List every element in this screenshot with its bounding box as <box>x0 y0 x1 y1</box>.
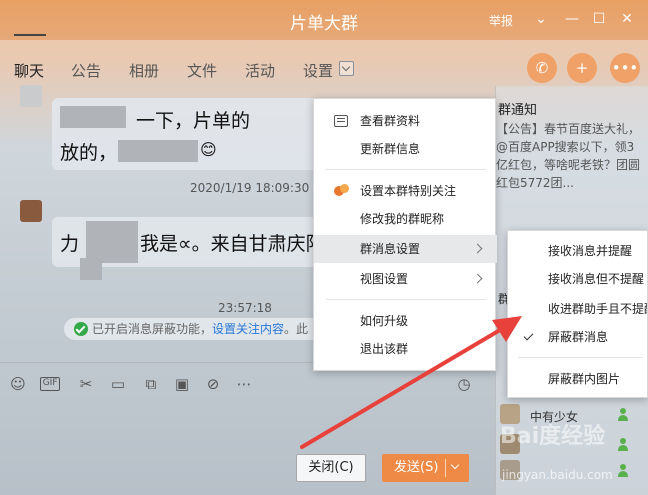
menu-item-message-settings[interactable]: 群消息设置 <box>314 235 497 263</box>
blurred-text <box>80 258 102 280</box>
message-text: 力 <box>60 233 80 255</box>
menu-divider <box>326 169 486 170</box>
favorite-icon <box>334 184 349 198</box>
submenu-item-group-assistant[interactable]: 收进群助手且不提醒 <box>508 295 648 323</box>
tab-settings[interactable]: 设置 <box>303 60 333 81</box>
tab-album[interactable]: 相册 <box>129 60 159 81</box>
add-chat-icon[interactable]: + <box>567 53 597 83</box>
member-status-icon <box>616 438 630 452</box>
message-text: 我是∝。来自甘肃庆阳 <box>140 233 325 255</box>
notice-link[interactable]: 设置关注内容 <box>212 322 284 336</box>
notice-suffix: 。此 <box>284 322 309 336</box>
send-label: 发送(S) <box>394 460 439 475</box>
tab-activity[interactable]: 活动 <box>245 60 275 81</box>
block-icon[interactable]: ⊘ <box>204 375 222 393</box>
settings-context-menu: 查看群资料 更新群信息 设置本群特别关注 修改我的群昵称 群消息设置 视图设置 … <box>313 98 497 371</box>
group-notice-title: 群通知 <box>498 103 538 118</box>
history-clock-icon[interactable]: ◷ <box>455 375 473 393</box>
menu-label: 查看群资料 <box>360 114 421 128</box>
menu-item-update-group-info[interactable]: 更新群信息 <box>314 135 497 163</box>
notice-text: 已开启消息屏蔽功能， <box>92 322 213 336</box>
dropdown-arrow-icon[interactable]: ⌄ <box>532 10 550 28</box>
menu-label: 修改我的群昵称 <box>360 212 445 226</box>
menu-label: 更新群信息 <box>360 142 421 156</box>
scissors-icon[interactable]: ✂ <box>77 375 95 393</box>
submenu-label: 收进群助手且不提醒 <box>548 302 648 316</box>
group-notice-body[interactable]: 【公告】春节百度送大礼，@百度APP搜索以下，领3亿红包，等啥呢老铁？团圆红包5… <box>496 120 646 192</box>
active-tab-indicator <box>14 34 46 36</box>
avatar[interactable] <box>20 85 42 107</box>
doc-icon <box>334 115 348 127</box>
emoji-icon: 😊 <box>200 140 217 159</box>
tab-chat[interactable]: 聊天 <box>14 60 44 81</box>
menu-label: 视图设置 <box>360 272 409 286</box>
shield-notice-bar: 已开启消息屏蔽功能，设置关注内容。此 <box>64 318 324 340</box>
maximize-button[interactable]: ☐ <box>590 10 608 28</box>
gif-icon[interactable]: GIF <box>40 377 60 391</box>
submenu-divider <box>518 357 643 358</box>
submenu-label: 接收消息并提醒 <box>548 244 633 258</box>
settings-dropdown-icon[interactable] <box>339 61 354 76</box>
menu-label: 设置本群特别关注 <box>360 184 457 198</box>
send-separator <box>445 459 446 477</box>
check-circle-icon <box>74 322 88 336</box>
emoji-icon[interactable]: ☺ <box>9 375 27 393</box>
message-timestamp: 23:57:18 <box>218 301 272 315</box>
blurred-text <box>60 106 126 128</box>
sticker-icon[interactable]: ⧉ <box>142 375 160 393</box>
qq-group-chat-window: 片单大群 举报 ⌄ — ☐ ✕ 聊天 公告 相册 文件 活动 设置 ✆ + ••… <box>0 0 648 495</box>
message-text-line2: 放的， <box>60 142 118 164</box>
window-title: 片单大群 <box>290 14 358 34</box>
menu-item-how-to-upgrade[interactable]: 如何升级 <box>314 307 497 335</box>
more-options-icon[interactable]: ⋯ <box>235 375 253 393</box>
title-bar: 片单大群 举报 ⌄ — ☐ ✕ <box>0 0 648 40</box>
menu-item-view-settings[interactable]: 视图设置 <box>314 265 497 293</box>
submenu-label: 接收消息但不提醒 <box>548 272 645 286</box>
send-button[interactable]: 发送(S) <box>382 454 469 482</box>
menu-item-leave-group[interactable]: 退出该群 <box>314 335 497 363</box>
menu-item-edit-nickname[interactable]: 修改我的群昵称 <box>314 205 497 233</box>
watermark-logo: Bai度经验 <box>500 424 606 449</box>
menu-label: 如何升级 <box>360 314 409 328</box>
message-text: 一下，片单的 <box>136 110 251 132</box>
more-icon[interactable]: ••• <box>610 53 640 83</box>
member-status-icon <box>616 464 630 478</box>
message-timestamp: 2020/1/19 18:09:30 <box>190 181 310 195</box>
submenu-item-block-images[interactable]: 屏蔽群内图片 <box>508 365 647 393</box>
submenu-item-block-messages[interactable]: 屏蔽群消息 <box>508 323 647 351</box>
checkmark-icon <box>523 330 534 341</box>
minimize-button[interactable]: — <box>563 10 581 28</box>
avatar[interactable] <box>20 200 42 222</box>
close-button[interactable]: 关闭(C) <box>296 454 366 482</box>
watermark-url: jingyan.baidu.com <box>502 468 613 482</box>
folder-icon[interactable]: ▭ <box>109 375 127 393</box>
menu-item-view-group-info[interactable]: 查看群资料 <box>314 107 497 135</box>
notice-prefix: 【公告】 <box>496 122 545 136</box>
blurred-text <box>86 221 138 263</box>
phone-icon[interactable]: ✆ <box>527 53 557 83</box>
chevron-right-icon <box>472 243 483 254</box>
menu-label: 群消息设置 <box>360 242 421 256</box>
submenu-label: 屏蔽群消息 <box>548 330 609 344</box>
close-window-button[interactable]: ✕ <box>618 10 636 28</box>
blurred-text <box>118 140 198 162</box>
tab-announcement[interactable]: 公告 <box>71 60 101 81</box>
image-icon[interactable]: ▣ <box>173 375 191 393</box>
menu-label: 退出该群 <box>360 342 409 356</box>
message-settings-submenu: 接收消息并提醒 接收消息但不提醒 收进群助手且不提醒 屏蔽群消息 屏蔽群内图片 <box>507 230 648 398</box>
submenu-label: 屏蔽群内图片 <box>548 372 621 386</box>
chevron-right-icon <box>472 273 483 284</box>
menu-item-special-follow[interactable]: 设置本群特别关注 <box>314 177 497 205</box>
message-bubble: 一下，片单的 放的， 😊 <box>52 98 322 170</box>
member-status-icon <box>616 408 630 422</box>
menu-divider <box>326 299 486 300</box>
report-link[interactable]: 举报 <box>489 12 513 29</box>
tab-files[interactable]: 文件 <box>187 60 217 81</box>
submenu-item-receive-silent[interactable]: 接收消息但不提醒 <box>508 265 647 293</box>
chevron-down-icon[interactable] <box>450 460 460 470</box>
submenu-item-receive-notify[interactable]: 接收消息并提醒 <box>508 237 647 265</box>
